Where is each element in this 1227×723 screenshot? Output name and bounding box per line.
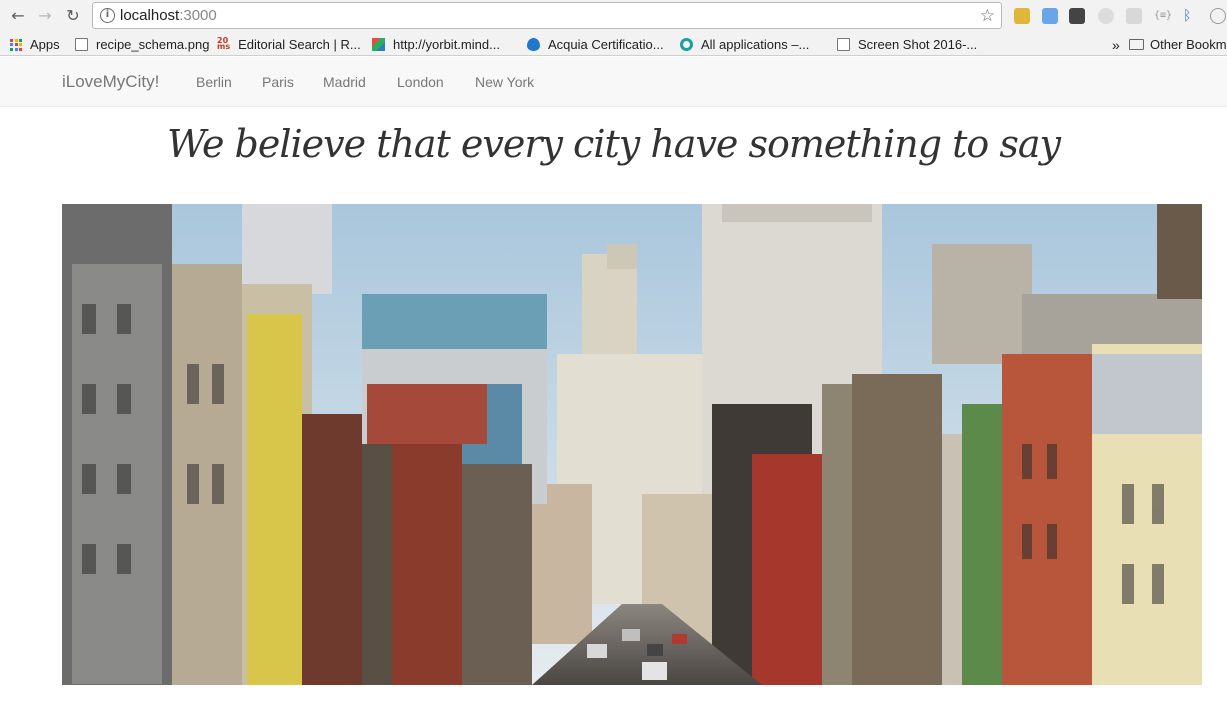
extension-bluetooth-icon[interactable]: ᛒ bbox=[1183, 8, 1199, 24]
cube-icon bbox=[372, 38, 385, 51]
extension-translate-icon[interactable] bbox=[1042, 8, 1058, 24]
hero-city-image bbox=[62, 204, 1202, 685]
bookmark-star-icon[interactable]: ☆ bbox=[980, 6, 995, 26]
apps-grid-icon bbox=[10, 38, 22, 51]
extension-search-icon[interactable] bbox=[1210, 8, 1226, 24]
back-arrow-icon[interactable]: ← bbox=[8, 6, 28, 26]
bookmark-label: Screen Shot 2016-... bbox=[858, 37, 978, 52]
extension-circle-icon[interactable] bbox=[1098, 8, 1114, 24]
nav-link-madrid[interactable]: Madrid bbox=[323, 74, 366, 90]
brand-link[interactable]: iLoveMyCity! bbox=[62, 72, 159, 92]
extension-mask-icon[interactable] bbox=[1069, 8, 1085, 24]
nav-link-new-york[interactable]: New York bbox=[475, 74, 534, 90]
bookmark-recipe-schema[interactable]: recipe_schema.png bbox=[75, 36, 209, 53]
bookmark-label: Acquia Certificatio... bbox=[548, 37, 664, 52]
bookmark-acquia[interactable]: Acquia Certificatio... bbox=[527, 36, 664, 53]
nav-link-paris[interactable]: Paris bbox=[262, 74, 294, 90]
page-headline: We believe that every city have somethin… bbox=[166, 122, 1061, 166]
url-port: :3000 bbox=[179, 7, 217, 24]
bookmark-label: recipe_schema.png bbox=[96, 37, 210, 52]
bookmarks-overflow-chevron[interactable]: » bbox=[1112, 36, 1120, 53]
site-navbar: iLoveMyCity! Berlin Paris Madrid London … bbox=[0, 57, 1227, 107]
info-icon[interactable]: i bbox=[100, 8, 115, 23]
extension-camera-icon[interactable] bbox=[1126, 8, 1142, 24]
nav-link-london[interactable]: London bbox=[397, 74, 444, 90]
page-icon bbox=[75, 38, 88, 51]
bookmark-yorbit[interactable]: http://yorbit.mind... bbox=[372, 36, 500, 53]
url-text[interactable]: localhost:3000 bbox=[120, 7, 217, 24]
extension-ruler-icon[interactable] bbox=[1014, 8, 1030, 24]
bookmark-label: Other Bookm bbox=[1150, 37, 1227, 52]
forward-arrow-icon[interactable]: → bbox=[35, 6, 55, 26]
bookmark-label: Apps bbox=[30, 37, 60, 52]
page-icon bbox=[837, 38, 850, 51]
browser-toolbar: ← → ↻ i localhost:3000 ☆ {≡} ᛒ bbox=[0, 0, 1227, 32]
nav-link-berlin[interactable]: Berlin bbox=[196, 74, 232, 90]
reload-icon[interactable]: ↻ bbox=[63, 6, 83, 26]
bookmark-label: http://yorbit.mind... bbox=[393, 37, 500, 52]
bookmark-label: Editorial Search | R... bbox=[238, 37, 361, 52]
drupal-drop-icon bbox=[527, 38, 540, 51]
ring-icon bbox=[680, 38, 693, 51]
address-bar[interactable]: i localhost:3000 ☆ bbox=[92, 2, 1002, 29]
bookmark-editorial-search[interactable]: 20 ms Editorial Search | R... bbox=[217, 36, 361, 53]
bookmark-label: All applications –... bbox=[701, 37, 810, 52]
bookmarks-bar: Apps recipe_schema.png 20 ms Editorial Se… bbox=[0, 32, 1227, 56]
folder-icon bbox=[1129, 39, 1144, 50]
bookmark-apps[interactable]: Apps bbox=[10, 36, 60, 53]
url-host: localhost bbox=[120, 7, 180, 24]
bookmark-other-bookmarks[interactable]: Other Bookm bbox=[1129, 36, 1227, 53]
ms-logo-icon: 20 ms bbox=[217, 36, 231, 51]
bookmark-all-applications[interactable]: All applications –... bbox=[680, 36, 809, 53]
extension-json-icon[interactable]: {≡} bbox=[1154, 8, 1172, 24]
bookmark-screen-shot[interactable]: Screen Shot 2016-... bbox=[837, 36, 977, 53]
